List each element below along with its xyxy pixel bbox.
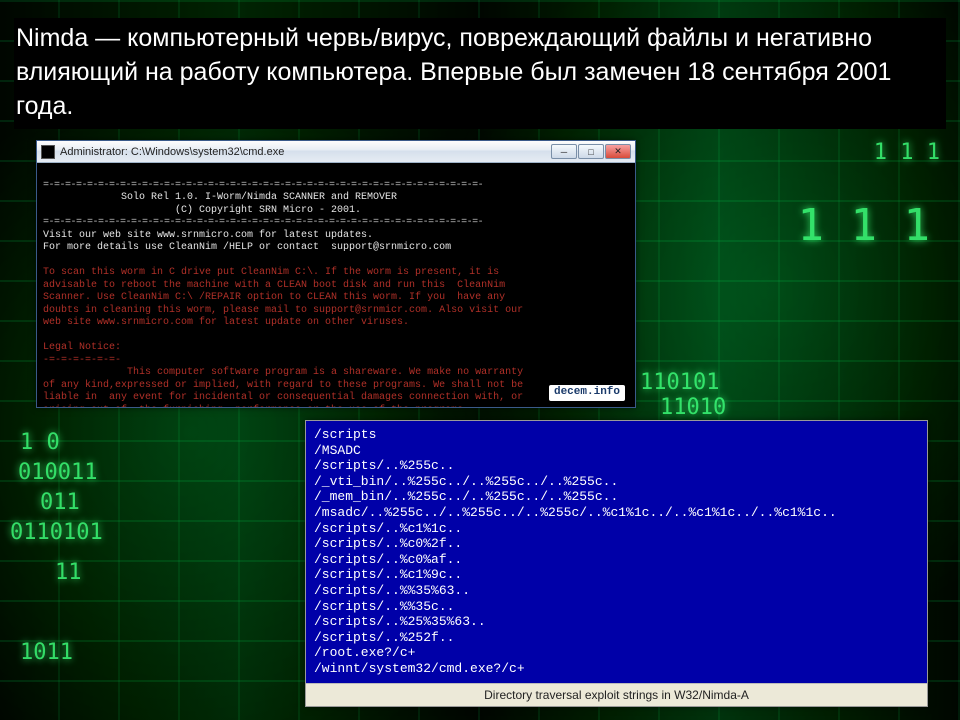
- cmd-line: Visit our web site www.srnmicro.com for …: [43, 230, 373, 241]
- cmd-title: Administrator: C:\Windows\system32\cmd.e…: [60, 146, 551, 158]
- maximize-button[interactable]: □: [578, 144, 604, 159]
- exploit-body: /scripts /MSADC /scripts/..%255c.. /_vti…: [306, 421, 927, 683]
- exploit-line: /scripts/..%255c..: [314, 458, 454, 473]
- exploit-line: /scripts/..%c1%1c..: [314, 521, 462, 536]
- binary-deco: 1011: [20, 640, 73, 665]
- cmd-warning: To scan this worm in C drive put CleanNi…: [43, 267, 499, 278]
- exploit-line: /scripts/..%%35c..: [314, 599, 454, 614]
- binary-deco: 1 1 1: [798, 200, 930, 251]
- binary-deco: 11010: [660, 395, 726, 420]
- binary-deco: 11: [55, 560, 82, 585]
- separator: =-=-=-=-=-=-=-=-=-=-=-=-=-=-=-=-=-=-=-=-…: [43, 217, 483, 228]
- cmd-window: Administrator: C:\Windows\system32\cmd.e…: [36, 140, 636, 408]
- exploit-line: /_mem_bin/..%255c../..%255c../..%255c..: [314, 489, 618, 504]
- exploit-line: /winnt/system32/cmd.exe?/c+: [314, 661, 525, 676]
- cmd-warning: web site www.srnmicro.com for latest upd…: [43, 317, 409, 328]
- binary-deco: 0110101: [10, 520, 103, 545]
- cmd-warning: advisable to reboot the machine with a C…: [43, 280, 505, 291]
- exploit-line: /scripts: [314, 427, 376, 442]
- separator: =-=-=-=-=-=-=-=-=-=-=-=-=-=-=-=-=-=-=-=-…: [43, 180, 483, 191]
- exploit-caption: Directory traversal exploit strings in W…: [306, 683, 927, 706]
- exploit-line: /scripts/..%c1%9c..: [314, 567, 462, 582]
- legal-line: arising out of, the furnishing, performa…: [43, 405, 469, 408]
- cmd-body: =-=-=-=-=-=-=-=-=-=-=-=-=-=-=-=-=-=-=-=-…: [37, 163, 635, 407]
- exploit-window: /scripts /MSADC /scripts/..%255c.. /_vti…: [305, 420, 928, 707]
- legal-header: Legal Notice:: [43, 342, 121, 353]
- exploit-line: /scripts/..%c0%af..: [314, 552, 462, 567]
- legal-line: This computer software program is a shar…: [43, 367, 523, 378]
- legal-line: liable in any event for incidental or co…: [43, 392, 523, 403]
- legal-line: of any kind,expressed or implied, with r…: [43, 380, 523, 391]
- cmd-icon: [41, 145, 55, 159]
- binary-deco: 1 1 1: [874, 140, 940, 165]
- cmd-line: For more details use CleanNim /HELP or c…: [43, 242, 451, 253]
- binary-deco: 110101: [640, 370, 719, 395]
- exploit-line: /root.exe?/c+: [314, 645, 415, 660]
- watermark: decem.info: [549, 385, 625, 401]
- exploit-line: /scripts/..%c0%2f..: [314, 536, 462, 551]
- exploit-line: /scripts/..%%35%63..: [314, 583, 470, 598]
- legal-sep: -=-=-=-=-=-=-: [43, 355, 121, 366]
- exploit-line: /msadc/..%255c../..%255c../..%255c/..%c1…: [314, 505, 837, 520]
- binary-deco: 010011: [18, 460, 97, 485]
- exploit-line: /scripts/..%25%35%63..: [314, 614, 486, 629]
- cmd-warning: doubts in cleaning this worm, please mai…: [43, 305, 523, 316]
- close-button[interactable]: ✕: [605, 144, 631, 159]
- exploit-line: /MSADC: [314, 443, 361, 458]
- binary-deco: 1 0: [20, 430, 60, 455]
- page-description: Nimda — компьютерный червь/вирус, повреж…: [14, 18, 946, 129]
- exploit-line: /_vti_bin/..%255c../..%255c../..%255c..: [314, 474, 618, 489]
- binary-deco: 011: [40, 490, 80, 515]
- cmd-line: Solo Rel 1.0. I-Worm/Nimda SCANNER and R…: [43, 192, 397, 203]
- cmd-warning: Scanner. Use CleanNim C:\ /REPAIR option…: [43, 292, 505, 303]
- minimize-button[interactable]: ─: [551, 144, 577, 159]
- cmd-line: (C) Copyright SRN Micro - 2001.: [43, 205, 361, 216]
- exploit-line: /scripts/..%252f..: [314, 630, 454, 645]
- cmd-titlebar[interactable]: Administrator: C:\Windows\system32\cmd.e…: [37, 141, 635, 163]
